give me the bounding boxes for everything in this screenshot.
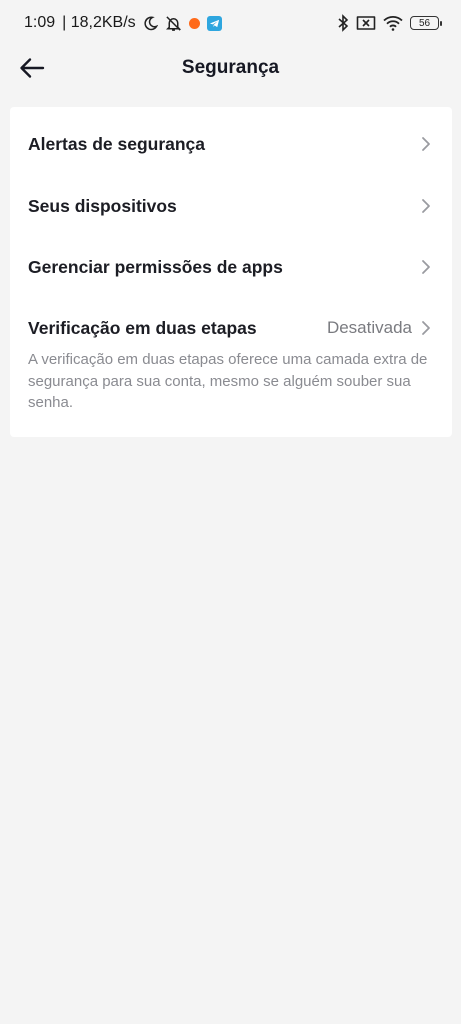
battery-indicator: 56 — [410, 16, 442, 30]
security-settings-card: Alertas de segurança Seus dispositivos G… — [10, 107, 452, 437]
wifi-icon — [383, 15, 403, 31]
bluetooth-icon — [337, 14, 349, 32]
status-network-speed: | 18,2KB/s — [62, 14, 136, 31]
moon-icon — [143, 16, 158, 31]
arrow-left-icon — [19, 57, 45, 79]
row-manage-app-permissions[interactable]: Gerenciar permissões de apps — [10, 242, 452, 292]
row-trailing — [420, 258, 432, 276]
row-two-step-verification[interactable]: Verificação em duas etapas Desativada — [10, 303, 452, 353]
row-trailing: Desativada — [327, 318, 432, 338]
back-button[interactable] — [18, 54, 46, 82]
two-step-status: Desativada — [326, 318, 412, 337]
row-label: Seus dispositivos — [28, 195, 177, 216]
chevron-right-icon — [420, 258, 432, 276]
status-bar-right: 56 — [337, 14, 442, 32]
row-label: Gerenciar permissões de apps — [28, 256, 283, 277]
bell-off-icon — [165, 15, 182, 32]
page-header: Segurança — [0, 46, 461, 90]
chevron-right-icon — [420, 319, 432, 337]
row-security-alerts[interactable]: Alertas de segurança — [10, 119, 452, 169]
status-time: 1:09 — [24, 14, 56, 31]
telegram-icon — [206, 15, 222, 31]
app-notification-icon — [188, 17, 200, 29]
row-trailing — [420, 197, 432, 215]
no-sim-icon — [356, 15, 376, 31]
page-title: Segurança — [181, 57, 280, 78]
chevron-right-icon — [420, 197, 432, 215]
row-label: Verificação em duas etapas — [28, 317, 257, 338]
row-trailing — [420, 135, 432, 153]
two-step-description: A verificação em duas etapas oferece uma… — [28, 351, 428, 411]
status-bar: 1:09 | 18,2KB/s 56 — [0, 0, 461, 46]
row-label: Alertas de segurança — [28, 133, 206, 154]
chevron-right-icon — [420, 135, 432, 153]
status-bar-left: 1:09 | 18,2KB/s — [24, 14, 222, 32]
row-your-devices[interactable]: Seus dispositivos — [10, 181, 452, 231]
battery-level: 56 — [418, 17, 431, 29]
